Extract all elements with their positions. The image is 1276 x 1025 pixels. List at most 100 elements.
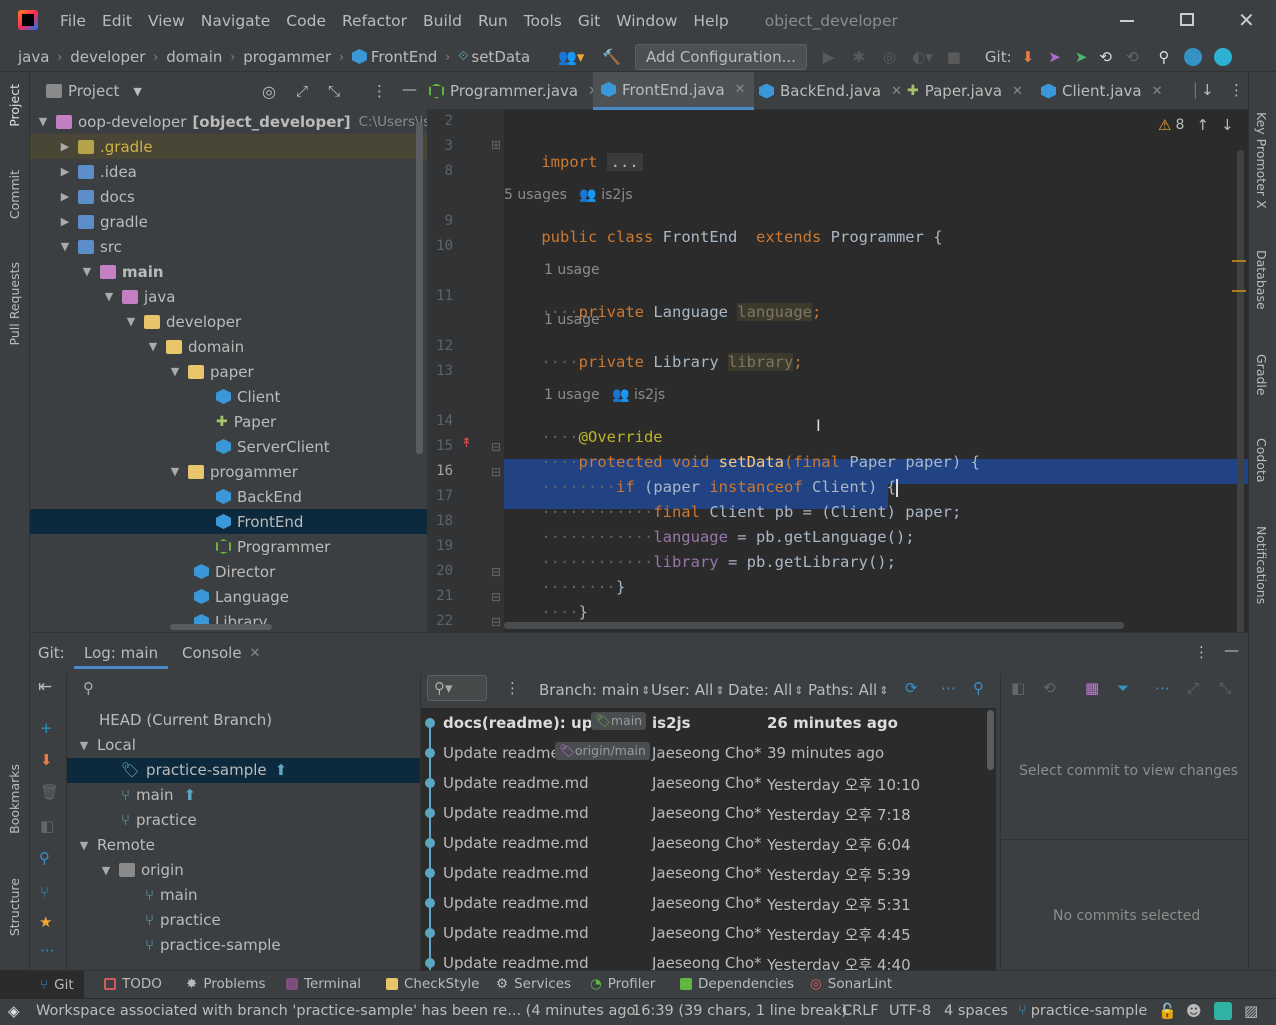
git-commit-icon[interactable]: ➤ (1048, 48, 1061, 66)
branch-filter[interactable]: Branch: main ⇕ (539, 681, 650, 699)
add-configuration-button[interactable]: Add Configuration... (635, 43, 807, 70)
tool-checkstyle[interactable]: CheckStyle (386, 976, 479, 992)
close-icon[interactable]: ✕ (250, 646, 261, 661)
update-ide-icon[interactable] (1183, 47, 1202, 66)
prev-highlight-icon[interactable]: ↑ (1196, 116, 1209, 134)
chevron-right-icon[interactable]: ▶ (58, 140, 72, 153)
git-branch-widget[interactable]: ⑂ practice-sample (1018, 1003, 1147, 1019)
collapse-all-icon[interactable]: ⤡ (328, 82, 340, 100)
chevron-right-icon[interactable]: ▶ (58, 190, 72, 203)
commit-list-scrollbar[interactable] (987, 710, 994, 770)
local-branch-practice-sample[interactable]: 🏷 practice-sample ⬆ (121, 761, 287, 779)
tab-frontend[interactable]: FrontEnd.java ✕ (593, 72, 754, 110)
branch-icon[interactable]: ⑂ (40, 883, 49, 901)
diff-icon[interactable]: ◧ (1011, 679, 1025, 697)
tab-log-main[interactable]: Log: main (74, 644, 169, 669)
close-icon[interactable]: ✕ (891, 84, 902, 99)
delete-icon[interactable]: 🗑 (40, 783, 59, 801)
tree-hscrollbar[interactable] (170, 624, 272, 630)
tab-programmer[interactable]: Programmer.java✕ (429, 72, 599, 110)
tool-gradle[interactable]: Gradle (1254, 354, 1269, 396)
chevron-down-icon[interactable]: ▼ (36, 115, 50, 128)
line-separator[interactable]: CRLF (842, 1003, 879, 1019)
revert-icon[interactable]: ⟲ (1043, 679, 1056, 697)
options-icon[interactable]: ⋮ (372, 82, 387, 100)
tree-item-developer[interactable]: ▼ developer (124, 309, 241, 334)
log-search-input[interactable]: ⚲▾ (427, 675, 487, 701)
tree-root[interactable]: ▼ oop-developer [object_developer] C:\Us… (36, 109, 450, 134)
breadcrumb-setdata[interactable]: setData (471, 48, 530, 66)
log-options-icon[interactable]: ⋮ (505, 679, 520, 697)
build-hammer-icon[interactable]: 🔨 (602, 48, 621, 66)
commit-row[interactable]: Update readme.md Jaeseong Cho* Yesterday… (421, 918, 996, 948)
tree-item-serverclient[interactable]: ServerClient (216, 434, 330, 459)
tree-item-client[interactable]: Client (216, 384, 280, 409)
commit-row[interactable]: Update readme.md Jaeseong Cho* Yesterday… (421, 798, 996, 828)
users-icon[interactable]: 👥▾ (558, 48, 584, 66)
breadcrumb-domain[interactable]: domain (166, 48, 222, 66)
chevron-down-icon[interactable]: ▼ (80, 265, 94, 278)
indent-setting[interactable]: 4 spaces (944, 1003, 1008, 1019)
commit-row[interactable]: Update readme.md Jaeseong Cho* Yesterday… (421, 948, 996, 971)
remote-branch-main[interactable]: ⑂ main (145, 886, 198, 904)
project-panel-title[interactable]: Project (68, 82, 119, 100)
refresh-icon[interactable]: ⟳ (905, 679, 918, 697)
filter-icon[interactable]: ⏷ (1117, 679, 1129, 697)
tool-services[interactable]: ⚙ Services (496, 976, 571, 992)
close-icon[interactable]: ✕ (1152, 84, 1163, 99)
fold-icon[interactable]: ⊟ (491, 565, 501, 579)
breadcrumb-java[interactable]: java (18, 48, 49, 66)
local-group[interactable]: ▼ Local (77, 736, 136, 754)
remote-origin[interactable]: ▼ origin (99, 861, 184, 879)
tool-todo[interactable]: TODO (104, 976, 162, 992)
menu-build[interactable]: Build (423, 12, 462, 30)
tool-profiler[interactable]: ◔ Profiler (590, 976, 655, 992)
tree-item-gradle-dir[interactable]: ▶ .gradle (58, 134, 153, 159)
tree-item-src[interactable]: ▼ src (58, 234, 122, 259)
tree-item-library[interactable]: Library (194, 609, 267, 634)
commit-row[interactable]: Update readme.md Jaeseong Cho* Yesterday… (421, 768, 996, 798)
tool-dependencies[interactable]: Dependencies (680, 976, 794, 992)
lock-icon[interactable]: 🔓 (1158, 1002, 1177, 1020)
local-branch-practice[interactable]: ⑂ practice (121, 811, 197, 829)
chevron-down-icon[interactable]: ▼ (168, 365, 182, 378)
chevron-down-icon[interactable]: ▼ (58, 240, 72, 253)
codota-icon[interactable] (1213, 47, 1232, 66)
menu-help[interactable]: Help (693, 12, 728, 30)
paths-filter[interactable]: Paths: All ⇕ (808, 681, 888, 699)
remote-group[interactable]: ▼ Remote (77, 836, 155, 854)
chevron-down-icon[interactable]: ▼ (133, 85, 141, 98)
inspection-profile-icon[interactable]: ☻ (1186, 1002, 1202, 1020)
menu-git[interactable]: Git (578, 12, 600, 30)
usage-hint[interactable]: 1 usage 👥 is2js (544, 387, 665, 403)
search-icon[interactable]: ⚲ (83, 679, 94, 697)
tab-client[interactable]: Client.java ✕ (1041, 72, 1163, 110)
menu-window[interactable]: Window (616, 12, 677, 30)
target-icon[interactable]: ◎ (262, 82, 276, 101)
chevron-down-icon[interactable]: ▼ (99, 864, 113, 877)
menu-navigate[interactable]: Navigate (201, 12, 271, 30)
tool-structure[interactable]: Structure (7, 878, 22, 936)
more-tabs-icon[interactable]: ⏐ (1191, 82, 1200, 100)
expand-all-icon[interactable]: ⤢ (296, 82, 308, 100)
more-icon[interactable]: ⋯ (941, 679, 956, 697)
tree-item-docs[interactable]: ▶ docs (58, 184, 135, 209)
close-window-button[interactable]: ✕ (1238, 8, 1255, 32)
chevron-down-icon[interactable]: ▼ (124, 315, 138, 328)
date-filter[interactable]: Date: All ⇕ (728, 681, 804, 699)
tab-console[interactable]: Console ✕ (182, 644, 260, 662)
tree-item-language[interactable]: Language (194, 584, 289, 609)
local-branch-main[interactable]: ⑂ main ⬆ (121, 786, 196, 804)
more-icon[interactable]: ⋯ (40, 941, 55, 959)
fold-icon[interactable]: ⊟ (491, 465, 501, 479)
editor-vscrollbar[interactable] (1237, 150, 1244, 632)
tool-project[interactable]: Project (7, 84, 22, 127)
breadcrumb-frontend[interactable]: FrontEnd (371, 48, 437, 66)
tab-backend[interactable]: BackEnd.java ✕ (759, 72, 902, 110)
chevron-down-icon[interactable]: ▼ (146, 340, 160, 353)
tab-options-icon[interactable]: ⋮ (1229, 81, 1244, 99)
warning-stripe[interactable] (1232, 290, 1246, 292)
tree-item-director[interactable]: Director (194, 559, 275, 584)
menu-edit[interactable]: Edit (102, 12, 132, 30)
git-history-icon[interactable]: ⟲ (1099, 48, 1112, 66)
